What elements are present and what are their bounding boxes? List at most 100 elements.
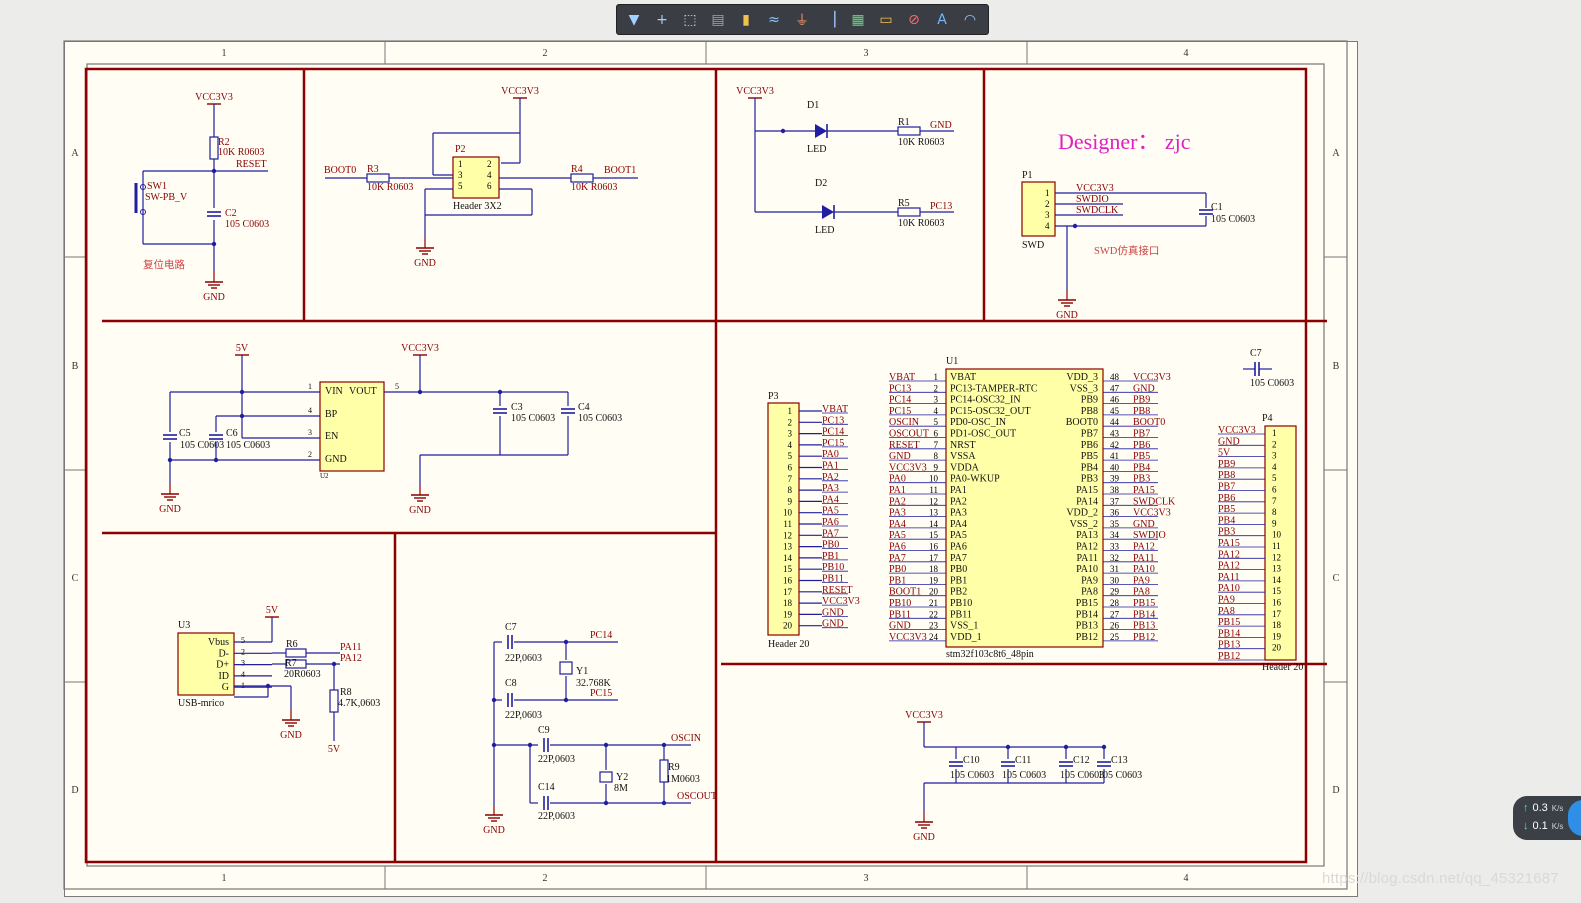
ref-label: C9	[538, 725, 550, 736]
pin-number: 42	[1110, 440, 1119, 450]
pin-number: 10	[783, 508, 793, 518]
pin-number: 6	[487, 181, 492, 191]
ref-label: C13	[1111, 755, 1128, 766]
pin-number: 45	[1110, 406, 1120, 416]
zone-col-label: 2	[543, 48, 548, 59]
pin-number: 1	[458, 159, 463, 169]
value-label: 105 C0603	[1002, 770, 1046, 781]
pin-number: 6	[934, 429, 939, 439]
pin-name: PB2	[950, 587, 967, 598]
ref-label: U1	[946, 356, 958, 367]
gnd-label: GND	[483, 825, 505, 836]
pin-name: PB12	[1076, 632, 1098, 643]
pin-name: PA5	[950, 530, 967, 541]
ref-label: Y1	[576, 666, 588, 677]
pin-number: 15	[783, 564, 793, 574]
pin-number: 15	[1272, 586, 1282, 596]
ref-label: R9	[668, 762, 680, 773]
value-label: 105 C0603	[1250, 378, 1294, 389]
pin-number: 22	[929, 609, 938, 619]
gnd-label: GND	[159, 504, 181, 515]
zone-col-label: 1	[222, 48, 227, 59]
ref-label: R4	[571, 164, 583, 175]
pin-number: 20	[929, 587, 939, 597]
resistor	[897, 207, 921, 217]
value-label: 22P,0603	[538, 754, 575, 765]
zone-col-label: 1	[222, 873, 227, 884]
pin-number: 4	[487, 170, 492, 180]
pin-name: PB3	[1081, 474, 1098, 485]
pin-number: 46	[1110, 395, 1120, 405]
value-label: Header 20	[768, 639, 809, 650]
pin-name: PA4	[950, 519, 967, 530]
value-label: 105 C0603	[578, 413, 622, 424]
pin-number: 13	[1272, 564, 1282, 574]
resistor	[209, 136, 219, 160]
resistor	[366, 173, 390, 183]
gnd-label: GND	[1056, 310, 1078, 321]
watermark: https://blog.csdn.net/qq_45321687	[1322, 870, 1559, 887]
pin-name: EN	[325, 431, 338, 442]
ref-label: C3	[511, 402, 523, 413]
upload-unit: K/s	[1551, 803, 1564, 813]
pin-name: PC13-TAMPER-RTC	[950, 383, 1038, 394]
pin-number: 19	[1272, 631, 1282, 641]
pin-number: 19	[783, 609, 793, 619]
gnd-label: GND	[414, 258, 436, 269]
pin-number: 12	[783, 530, 792, 540]
section-caption: SWD仿真接口	[1094, 244, 1159, 257]
pin-name: ID	[218, 671, 229, 682]
pin-name: PB9	[1081, 395, 1098, 406]
net-label: PC15	[590, 688, 612, 699]
power-label: VCC3V3	[195, 92, 233, 103]
pin-number: 24	[929, 632, 939, 642]
pin-name: D+	[216, 660, 229, 671]
pin-number: 21	[929, 598, 938, 608]
upload-speed: 0.3	[1532, 802, 1548, 814]
pin-name: VOUT	[349, 386, 377, 397]
power-label: VCC3V3	[501, 86, 539, 97]
pin-name: PA13	[1076, 530, 1098, 541]
net-label: PC14	[590, 630, 612, 641]
pin-number: 18	[1272, 620, 1282, 630]
pin-name: G	[222, 682, 229, 693]
pin-name: VSSA	[950, 451, 976, 462]
pin-name: PB7	[1081, 429, 1098, 440]
pin-number: 5	[458, 181, 463, 191]
pin-number: 17	[929, 553, 939, 563]
pin-number: 4	[934, 406, 939, 416]
pin-name: PB6	[1081, 440, 1098, 451]
pin-number: 2	[934, 383, 939, 393]
resistor	[570, 173, 594, 183]
pin-number: 2	[487, 159, 492, 169]
ref-label: C5	[179, 428, 191, 439]
pin-number: 3	[788, 429, 793, 439]
pin-name: PB1	[950, 575, 967, 586]
pin-number: 14	[929, 519, 939, 529]
led-d2	[822, 205, 834, 219]
net-label: PC13	[930, 201, 952, 212]
pin-name: VDDA	[950, 462, 980, 473]
pin-name: PD1-OSC_OUT	[950, 429, 1016, 440]
zone-row-label: A	[1332, 148, 1340, 159]
pin-number: 1	[934, 372, 939, 382]
pin-number: 34	[1110, 530, 1120, 540]
upload-arrow-icon: ↑	[1523, 802, 1529, 814]
ref-label: C2	[225, 208, 237, 219]
power-label: 5V	[266, 605, 279, 616]
pin-number: 18	[783, 598, 793, 608]
pin-number: 20	[783, 621, 793, 631]
ref-label: C10	[963, 755, 980, 766]
junction	[265, 683, 271, 689]
ref-label: SW1	[147, 181, 167, 192]
net-label: OSCIN	[671, 733, 701, 744]
pin-name: PC15-OSC32_OUT	[950, 406, 1031, 417]
pin-number: 14	[1272, 575, 1282, 585]
pin-number: 2	[1045, 199, 1050, 209]
net-label: 5V	[328, 744, 341, 755]
pin-name: VSS_2	[1070, 519, 1098, 530]
ref-label: C4	[578, 402, 590, 413]
pin-name: PB11	[950, 609, 972, 620]
pin-number: 3	[1272, 451, 1277, 461]
pin-number: 18	[929, 564, 939, 574]
